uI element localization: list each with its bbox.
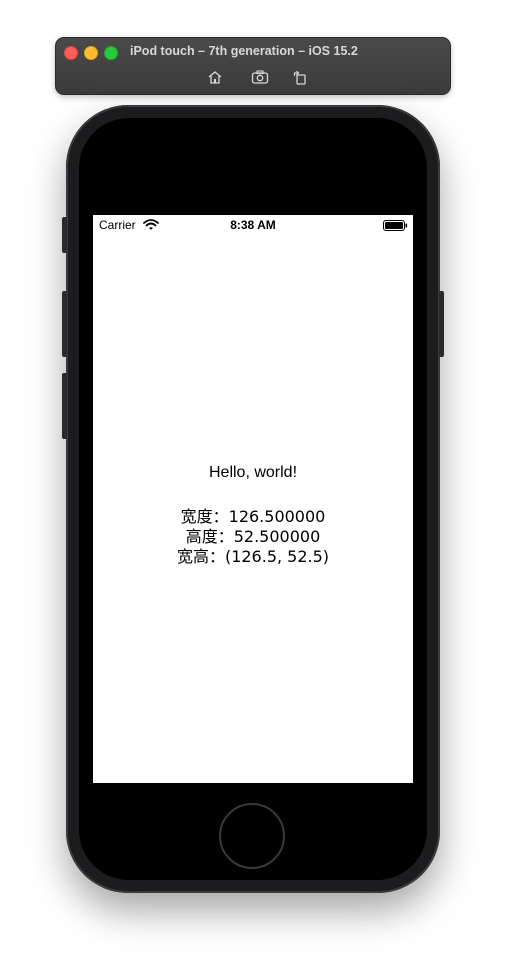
zoom-window-button[interactable] xyxy=(104,46,118,60)
window-title: iPod touch – 7th generation – iOS 15.2 xyxy=(130,44,358,58)
close-window-button[interactable] xyxy=(64,46,78,60)
content-view: Hello, world! 宽度：126.500000 高度：52.500000… xyxy=(93,463,413,567)
volume-up-button[interactable] xyxy=(62,291,67,357)
rotate-icon xyxy=(293,70,306,85)
rotate-button-tool[interactable] xyxy=(291,69,309,85)
screenshot-button-tool[interactable] xyxy=(251,69,269,85)
simulator-titlebar: iPod touch – 7th generation – iOS 15.2 xyxy=(55,37,451,95)
volume-down-button[interactable] xyxy=(62,373,67,439)
simulator-stage: iPod touch – 7th generation – iOS 15.2 C… xyxy=(0,0,506,968)
mute-switch[interactable] xyxy=(62,217,67,253)
screenshot-icon xyxy=(251,70,269,84)
home-icon xyxy=(208,70,222,84)
width-text: 宽度：126.500000 xyxy=(180,507,326,526)
minimize-window-button[interactable] xyxy=(84,46,98,60)
power-button[interactable] xyxy=(439,291,444,357)
device-screen: Carrier 8:38 AM Hello, world! 宽度：126.500… xyxy=(93,215,413,783)
status-bar: Carrier 8:38 AM xyxy=(93,215,413,235)
size-text: 宽高：(126.5, 52.5) xyxy=(176,547,330,566)
home-button-tool[interactable] xyxy=(206,69,224,85)
height-text: 高度：52.500000 xyxy=(185,527,321,546)
device-home-button[interactable] xyxy=(219,803,285,869)
status-time: 8:38 AM xyxy=(230,218,276,232)
hello-text: Hello, world! xyxy=(208,464,298,481)
battery-icon xyxy=(383,220,408,231)
